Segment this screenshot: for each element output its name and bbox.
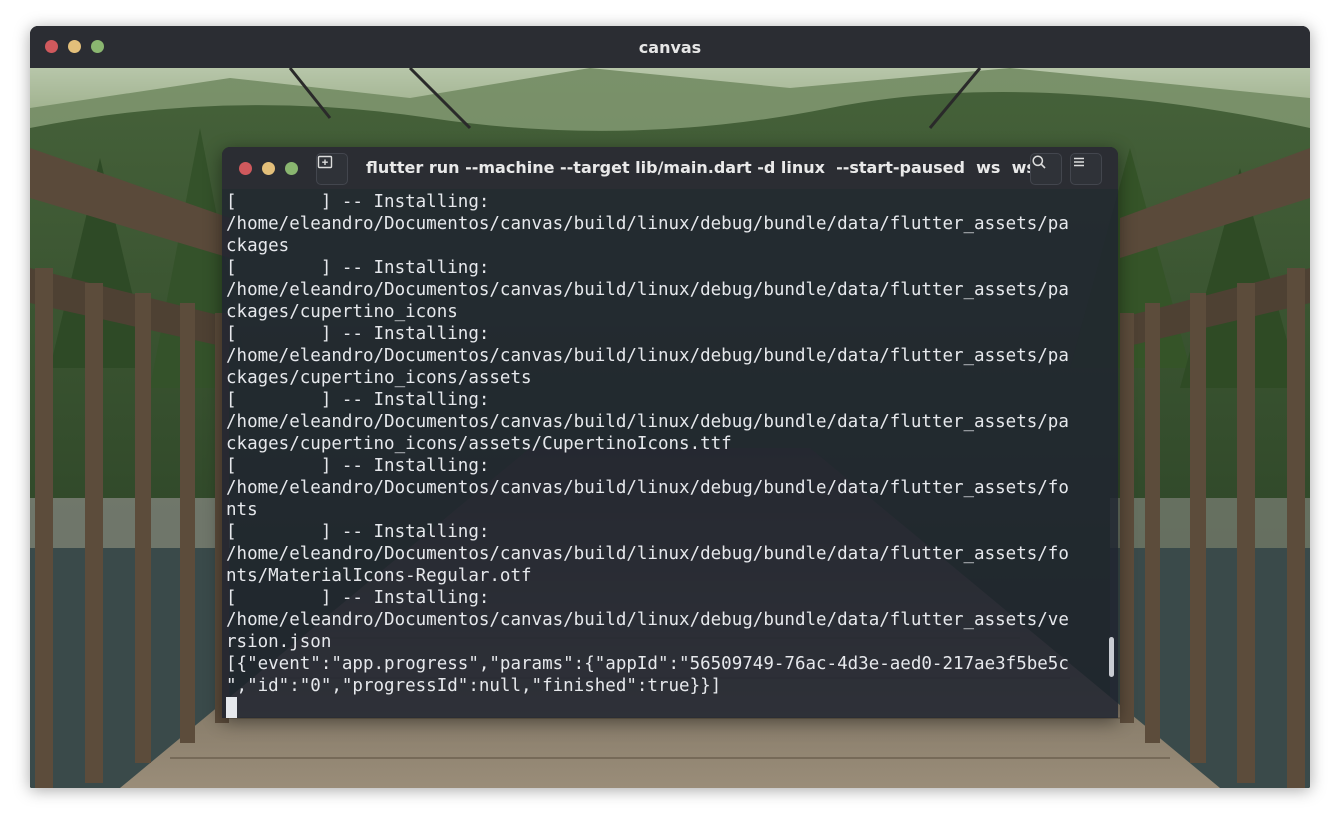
terminal-window: flutter run --machine --target lib/main.…: [222, 147, 1118, 718]
app-titlebar[interactable]: canvas: [30, 26, 1310, 68]
terminal-line: /home/eleandro/Documentos/canvas/build/l…: [226, 478, 1069, 498]
terminal-titlebar[interactable]: flutter run --machine --target lib/main.…: [222, 147, 1118, 189]
terminal-line: /home/eleandro/Documentos/canvas/build/l…: [226, 412, 1069, 432]
terminal-line: /home/eleandro/Documentos/canvas/build/l…: [226, 610, 1069, 630]
terminal-line: ckages/cupertino_icons/assets: [226, 368, 532, 388]
terminal-line: rsion.json: [226, 632, 332, 652]
hamburger-menu-icon: [1074, 157, 1084, 167]
close-window-button[interactable]: [45, 40, 58, 53]
app-window-controls: [45, 40, 104, 53]
terminal-line: [ ] -- Installing:: [226, 456, 490, 476]
maximize-window-button[interactable]: [91, 40, 104, 53]
new-tab-icon: [317, 155, 333, 169]
minimize-window-button[interactable]: [68, 40, 81, 53]
search-button[interactable]: [1030, 153, 1062, 185]
terminal-close-button[interactable]: [239, 162, 252, 175]
terminal-line: [ ] -- Installing:: [226, 192, 490, 212]
terminal-line: [{"event":"app.progress","params":{"appI…: [226, 654, 1069, 674]
terminal-line: /home/eleandro/Documentos/canvas/build/l…: [226, 214, 1069, 234]
terminal-line: ckages: [226, 236, 290, 256]
terminal-line: /home/eleandro/Documentos/canvas/build/l…: [226, 280, 1069, 300]
terminal-line: nts/MaterialIcons-Regular.otf: [226, 566, 532, 586]
terminal-cursor: [226, 697, 237, 718]
search-icon: [1032, 155, 1046, 169]
terminal-line: [ ] -- Installing:: [226, 522, 490, 542]
terminal-minimize-button[interactable]: [262, 162, 275, 175]
terminal-maximize-button[interactable]: [285, 162, 298, 175]
terminal-line: [ ] -- Installing:: [226, 258, 490, 278]
new-tab-button[interactable]: [316, 153, 348, 185]
app-window: canvas flutter run --machine --target li…: [30, 26, 1310, 788]
terminal-window-controls: [239, 162, 298, 175]
terminal-title: flutter run --machine --target lib/main.…: [366, 158, 1036, 177]
terminal-line: ckages/cupertino_icons: [226, 302, 458, 322]
terminal-line: nts: [226, 500, 258, 520]
terminal-line: /home/eleandro/Documentos/canvas/build/l…: [226, 544, 1069, 564]
terminal-output[interactable]: [ ] -- Installing: /home/eleandro/Docume…: [222, 189, 1118, 718]
terminal-prompt-line[interactable]: [226, 697, 1104, 718]
terminal-line: [ ] -- Installing:: [226, 588, 490, 608]
menu-button[interactable]: [1070, 153, 1102, 185]
terminal-line: [ ] -- Installing:: [226, 390, 490, 410]
terminal-scrollbar[interactable]: [1109, 637, 1114, 677]
app-window-title: canvas: [638, 37, 702, 57]
terminal-line: ","id":"0","progressId":null,"finished":…: [226, 676, 722, 696]
app-canvas-area: flutter run --machine --target lib/main.…: [30, 68, 1310, 788]
terminal-line: ckages/cupertino_icons/assets/CupertinoI…: [226, 434, 732, 454]
terminal-line: [ ] -- Installing:: [226, 324, 490, 344]
terminal-line: /home/eleandro/Documentos/canvas/build/l…: [226, 346, 1069, 366]
